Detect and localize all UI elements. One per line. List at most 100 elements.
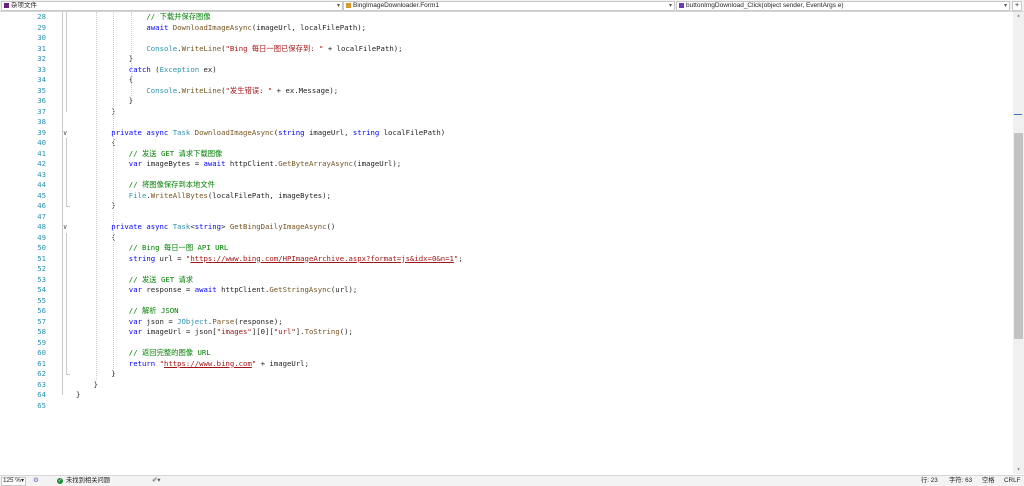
line-number: 63	[37, 379, 46, 389]
code-line[interactable]: var imageBytes = await httpClient.GetByt…	[129, 159, 401, 170]
code-token: Task	[172, 222, 191, 231]
code-token: await	[146, 22, 169, 32]
scroll-up-icon[interactable]	[1014, 12, 1023, 20]
code-token: return	[128, 358, 156, 368]
spacing-indicator[interactable]: 空格	[982, 477, 995, 485]
column-indicator[interactable]: 字符: 63	[949, 477, 972, 485]
line-number: 34	[37, 75, 46, 84]
code-line[interactable]: string url = "https://www.bing.com/HPIma…	[129, 254, 463, 265]
code-line[interactable]: // 下载并保存图像	[146, 12, 210, 23]
code-token: var	[128, 159, 142, 168]
method-icon	[679, 3, 684, 8]
line-number: 37	[37, 106, 46, 116]
code-link[interactable]: https://www.bing.com	[164, 359, 252, 368]
chevron-down-icon	[669, 2, 672, 10]
code-line[interactable]: // 将图像保存到本地文件	[129, 180, 215, 191]
project-dropdown[interactable]: 杂项文件	[1, 1, 343, 11]
code-token: // 将图像保存到本地文件	[128, 180, 215, 189]
code-token: + imageUrl;	[256, 358, 309, 368]
code-line[interactable]: // 返回完整的图像 URL	[129, 348, 211, 359]
line-number: 47	[37, 211, 46, 221]
caret-position-marker	[1014, 114, 1022, 115]
code-token: ();	[339, 327, 353, 336]
fold-outline	[66, 232, 67, 375]
code-token: imageUrl = json[	[141, 327, 217, 336]
fold-outline	[66, 12, 67, 112]
line-number: 50	[37, 243, 46, 252]
code-line[interactable]: // 发送 GET 请求下载图像	[129, 149, 223, 160]
fold-outline	[62, 12, 63, 396]
code-line[interactable]: Console.WriteLine("发生错误: " + ex.Message)…	[146, 86, 338, 97]
code-token: async	[146, 222, 169, 231]
code-editor[interactable]: 28 29 30 31 32 33 34 35 36 37 38 39 40 41 42 43 44 45 46 47…	[0, 12, 1013, 474]
code-token: ToString	[304, 327, 340, 336]
code-token: string	[128, 253, 156, 263]
intellicode-icon[interactable]: ⚙	[33, 477, 39, 485]
code-token: // 发送 GET 请求	[128, 274, 194, 284]
code-line[interactable]: }	[129, 96, 133, 107]
code-token: "发生错误: "	[225, 85, 273, 95]
code-line[interactable]: }	[76, 390, 80, 401]
code-token: private	[111, 222, 142, 231]
collapse-icon[interactable]	[63, 128, 67, 139]
class-dropdown[interactable]: BingImageDownloader.Form1	[343, 1, 675, 11]
code-token: ][0][	[251, 327, 274, 336]
line-number: 29	[37, 22, 46, 32]
collapse-icon[interactable]	[63, 222, 67, 233]
code-token: (imageUrl, localFilePath);	[251, 22, 367, 32]
code-line[interactable]: // Bing 每日一图 API URL	[129, 243, 228, 254]
scroll-down-icon[interactable]	[1014, 466, 1023, 474]
zoom-level: 125 %	[3, 477, 21, 484]
add-split-button[interactable]	[1012, 1, 1022, 11]
code-token: DownloadImageAsync	[194, 127, 274, 137]
code-line[interactable]: var imageUrl = json["images"][0]["url"].…	[129, 327, 353, 338]
chevron-down-icon	[21, 477, 24, 485]
code-token: GetByteArrayAsync	[278, 159, 353, 168]
chevron-down-icon	[337, 2, 340, 10]
issues-status[interactable]: 未找到相关问题	[66, 477, 110, 485]
code-token: (response);	[234, 316, 283, 326]
code-token: string	[194, 222, 222, 231]
code-line[interactable]: // 解析 JSON	[129, 306, 179, 317]
scrollbar-thumb[interactable]	[1014, 133, 1023, 339]
code-line[interactable]: return "https://www.bing.com" + imageUrl…	[129, 359, 309, 370]
member-dropdown[interactable]: buttonImgDownload_Click(object sender, E…	[676, 1, 1010, 11]
line-ending-indicator[interactable]: CRLF	[1004, 477, 1020, 485]
code-line[interactable]: File.WriteAllBytes(localFilePath, imageB…	[129, 191, 331, 202]
line-number: 28	[37, 12, 46, 21]
member-label: buttonImgDownload_Click(object sender, E…	[686, 2, 844, 9]
fold-outline-end	[66, 206, 70, 208]
code-line[interactable]: Console.WriteLine("Bing 每日一图已保存到: " + lo…	[146, 44, 402, 55]
code-token: "url"	[273, 327, 296, 336]
line-number: 57	[37, 316, 46, 326]
line-number: 41	[37, 148, 46, 158]
line-number: 33	[37, 64, 46, 74]
code-token: // 发送 GET 请求下载图像	[128, 148, 223, 158]
code-token: + ex.Message);	[272, 85, 339, 95]
code-token: var	[128, 327, 142, 336]
line-number: 54	[37, 285, 46, 294]
code-line[interactable]: private async Task DownloadImageAsync(st…	[111, 128, 445, 139]
code-line[interactable]: var json = JObject.Parse(response);	[129, 317, 283, 328]
code-line[interactable]: await DownloadImageAsync(imageUrl, local…	[146, 23, 366, 34]
line-indicator[interactable]: 行: 23	[921, 477, 938, 485]
code-line[interactable]: }	[111, 369, 115, 380]
fold-outline	[66, 138, 67, 207]
code-token: "images"	[216, 327, 252, 336]
line-number: 51	[37, 253, 46, 263]
code-link[interactable]: https://www.bing.com/HPImageArchive.aspx…	[190, 254, 454, 263]
code-token: }	[76, 390, 81, 399]
code-token: WriteAllBytes	[150, 190, 208, 200]
line-number: 44	[37, 180, 46, 189]
code-line[interactable]: catch (Exception ex)	[129, 65, 217, 76]
indent-guide	[113, 12, 115, 369]
code-token: Console	[146, 43, 178, 53]
brush-icon[interactable]: ✐▾	[152, 477, 160, 485]
code-line[interactable]: var response = await httpClient.GetStrin…	[129, 285, 357, 296]
code-token: var	[128, 285, 142, 294]
code-line[interactable]: private async Task<string> GetBingDailyI…	[111, 222, 335, 233]
code-line[interactable]: // 发送 GET 请求	[129, 275, 193, 286]
code-token: }	[111, 369, 116, 378]
code-line[interactable]: }	[94, 380, 98, 391]
code-token: WriteLine	[181, 43, 222, 53]
